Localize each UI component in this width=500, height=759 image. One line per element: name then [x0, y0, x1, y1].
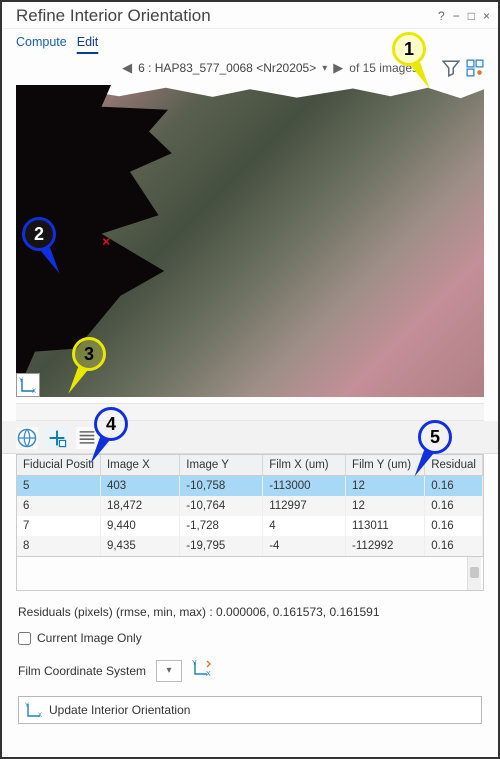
menu-edit[interactable]: Edit — [77, 31, 99, 53]
film-coord-dropdown[interactable]: ▾ — [156, 660, 182, 682]
callout-1: 1 — [392, 32, 426, 66]
table-cell: 12 — [346, 496, 425, 516]
prev-image-button[interactable]: ◀ — [122, 60, 132, 76]
film-coord-label: Film Coordinate System — [18, 664, 146, 678]
table-row[interactable]: 79,440-1,72841130110.16 — [17, 516, 483, 536]
callout-4: 4 — [94, 407, 128, 441]
table-cell: -4 — [263, 536, 346, 556]
table-cell: 5 — [17, 476, 100, 497]
table-cell: -10,764 — [180, 496, 263, 516]
update-orientation-label: Update Interior Orientation — [49, 703, 190, 717]
table-cell: 0.16 — [425, 496, 483, 516]
callout-2: 2 — [22, 217, 56, 251]
filter-icon[interactable] — [442, 59, 460, 77]
table-cell: -1,728 — [180, 516, 263, 536]
table-header-cell[interactable]: Image Y — [180, 455, 263, 476]
window-title: Refine Interior Orientation — [16, 6, 438, 26]
next-image-button[interactable]: ▶ — [333, 60, 343, 76]
table-cell: -112992 — [346, 536, 425, 556]
table-cell: 113011 — [346, 516, 425, 536]
update-orientation-button[interactable]: Y X Update Interior Orientation — [18, 696, 482, 724]
table-cell: 0.16 — [425, 536, 483, 556]
callout-3: 3 — [72, 337, 106, 371]
image-dropdown-arrow[interactable]: ▾ — [322, 63, 327, 74]
globe-icon[interactable] — [16, 427, 38, 449]
add-point-icon[interactable] — [46, 427, 68, 449]
table-header-cell[interactable]: Film Y (um) — [346, 455, 425, 476]
close-button[interactable]: × — [483, 9, 490, 23]
swap-axes-icon[interactable]: YX — [192, 659, 212, 682]
menu-compute[interactable]: Compute — [16, 31, 67, 53]
table-header-row: Fiducial PositiImage XImage YFilm X (um)… — [17, 455, 483, 476]
table-cell: 9,440 — [100, 516, 179, 536]
current-image-only-checkbox[interactable] — [18, 632, 31, 645]
table-cell: 12 — [346, 476, 425, 497]
table-row[interactable]: 89,435-19,795-4-1129920.16 — [17, 536, 483, 556]
help-button[interactable]: ? — [438, 9, 445, 23]
table-cell: 18,472 — [100, 496, 179, 516]
fiducial-table: Fiducial PositiImage XImage YFilm X (um)… — [16, 454, 484, 557]
table-cell: 112997 — [263, 496, 346, 516]
table-cell: 0.16 — [425, 476, 483, 497]
table-header-cell[interactable]: Residual — [425, 455, 483, 476]
svg-text:X: X — [206, 671, 211, 677]
table-cell: 9,435 — [100, 536, 179, 556]
callout-5: 5 — [418, 420, 452, 454]
image-name-dropdown[interactable]: 6 : HAP83_577_0068 <Nr20205> — [138, 61, 316, 75]
maximize-button[interactable]: □ — [468, 9, 475, 23]
table-header-cell[interactable]: Film X (um) — [263, 455, 346, 476]
table-header-cell[interactable]: Image X — [100, 455, 179, 476]
table-cell: 0.16 — [425, 516, 483, 536]
table-cell: 8 — [17, 536, 100, 556]
table-cell: 6 — [17, 496, 100, 516]
opacity-slider-strip[interactable] — [16, 403, 484, 421]
fiducial-marker[interactable]: × — [102, 234, 110, 250]
table-cell: 4 — [263, 516, 346, 536]
table-row[interactable]: 618,472-10,764112997120.16 — [17, 496, 483, 516]
minimize-button[interactable]: − — [453, 9, 460, 23]
axis-indicator[interactable]: YX — [16, 373, 40, 397]
table-cell: 403 — [100, 476, 179, 497]
svg-text:Y: Y — [25, 703, 29, 709]
table-header-cell[interactable]: Fiducial Positi — [17, 455, 100, 476]
svg-text:Y: Y — [192, 660, 197, 667]
svg-text:X: X — [32, 389, 36, 394]
svg-text:Y: Y — [19, 378, 23, 384]
table-cell: 7 — [17, 516, 100, 536]
table-cell: -113000 — [263, 476, 346, 497]
table-cell: -19,795 — [180, 536, 263, 556]
table-row[interactable]: 5403-10,758-113000120.16 — [17, 476, 483, 497]
options-icon[interactable] — [466, 59, 484, 77]
current-image-only-label[interactable]: Current Image Only — [37, 631, 142, 645]
residuals-summary: Residuals (pixels) (rmse, min, max) : 0.… — [2, 591, 498, 627]
titlebar: Refine Interior Orientation ? − □ × — [2, 2, 498, 28]
table-scrollbar[interactable] — [467, 557, 481, 590]
svg-text:X: X — [38, 713, 42, 718]
table-cell: -10,758 — [180, 476, 263, 497]
table-empty-area — [16, 557, 484, 591]
